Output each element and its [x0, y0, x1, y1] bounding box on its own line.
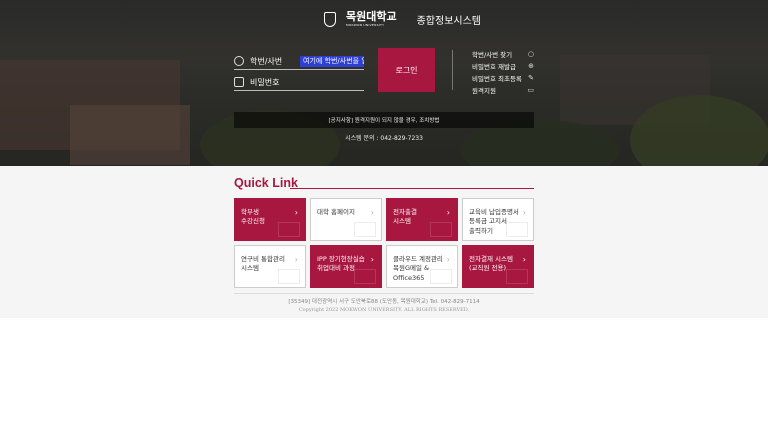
tile-decoration-icon [430, 269, 452, 284]
password-field: 비밀번호 [234, 74, 364, 91]
quick-link-title: Quick Link [234, 176, 298, 190]
plus-circle-icon: ⊕ [528, 62, 534, 70]
tile-decoration-icon [506, 222, 528, 237]
id-label: 학번/사번 [250, 56, 283, 66]
account-links: 학번/사번 찾기 ○ 비밀번호 재발급 ⊕ 비밀번호 최초등록 ✎ 원격지원 ▭ [472, 48, 534, 96]
tile-research-fund[interactable]: 연구비 통합관리 시스템 › [234, 245, 306, 288]
remote-support-link[interactable]: 원격지원 ▭ [472, 84, 534, 96]
divider [452, 50, 453, 90]
chevron-right-icon: › [446, 208, 450, 217]
tile-undergrad-registration[interactable]: 학부생 수강신청 › [234, 198, 306, 241]
password-label[interactable]: 비밀번호 [250, 77, 300, 88]
brand-header: 목원대학교 MOKWON UNIVERSITY 종합정보시스템 [324, 11, 481, 27]
monitor-icon: ▭ [527, 86, 534, 94]
id-input[interactable]: 여기에 학번/사번을 입력 [300, 55, 364, 67]
reissue-password-link[interactable]: 비밀번호 재발급 ⊕ [472, 60, 534, 72]
footer-address: [35349] 대전광역시 서구 도안북로88 (도안동, 목원대학교) Tel… [288, 299, 480, 305]
tile-decoration-icon [354, 222, 376, 237]
search-icon: ○ [527, 50, 534, 58]
find-id-link[interactable]: 학번/사번 찾기 ○ [472, 48, 534, 60]
tile-decoration-icon [278, 222, 300, 237]
chevron-right-icon: › [370, 208, 374, 217]
id-field: 학번/사번 여기에 학번/사번을 입력 [234, 53, 364, 70]
contact-info: 시스템 문의 : 042-829-7233 [345, 135, 423, 142]
title-underline [290, 188, 534, 189]
tile-label: 대학 홈페이지 [317, 208, 355, 216]
tile-electronic-attendance[interactable]: 전자출결 시스템 › [386, 198, 458, 241]
tile-cloud-account[interactable]: 클라우드 계정관리 목원G메일 & Office365 › [386, 245, 458, 288]
chevron-right-icon: › [370, 255, 374, 264]
tile-decoration-icon [506, 269, 528, 284]
university-logo: 목원대학교 MOKWON UNIVERSITY [346, 10, 397, 27]
chevron-right-icon: › [446, 255, 450, 264]
chevron-right-icon: › [294, 208, 298, 217]
tile-tuition-certificate[interactable]: 교육비 납입증명서 등록금 고지서 출력하기 › [462, 198, 534, 241]
user-icon [234, 56, 244, 66]
university-emblem-icon [324, 11, 336, 27]
login-button[interactable]: 로그인 [378, 48, 435, 92]
tile-decoration-icon [354, 269, 376, 284]
tile-decoration-icon [278, 269, 300, 284]
tile-decoration-icon [430, 222, 452, 237]
tile-ipp-internship[interactable]: IPP 장기현장실습 취업대비 과정 › [310, 245, 382, 288]
footer-copyright: Copyright 2022 MOKWON UNIVERSITY. ALL RI… [298, 307, 470, 313]
chevron-right-icon: › [522, 255, 526, 264]
tile-university-homepage[interactable]: 대학 홈페이지 › [310, 198, 382, 241]
notice-bar[interactable]: [공지사항] 원격지원이 되지 않을 경우, 조치방법 [234, 112, 534, 128]
register-password-link[interactable]: 비밀번호 최초등록 ✎ [472, 72, 534, 84]
wrench-icon: ✎ [528, 74, 534, 82]
tile-electronic-approval[interactable]: 전자결재 시스템 (교직원 전용) › [462, 245, 534, 288]
footer-divider [234, 293, 534, 294]
system-title: 종합정보시스템 [416, 15, 482, 27]
chevron-right-icon: › [522, 208, 526, 217]
chevron-right-icon: › [294, 255, 298, 264]
lock-icon [234, 77, 244, 87]
